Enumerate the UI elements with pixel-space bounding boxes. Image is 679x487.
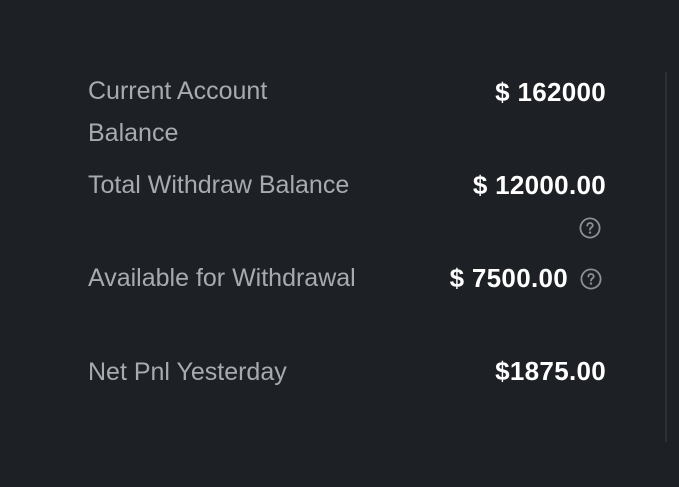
current-account-balance-label-line2: Balance	[88, 119, 179, 147]
net-pnl-yesterday-row: Net Pnl Yesterday $1875.00	[88, 351, 608, 393]
net-pnl-yesterday-label: Net Pnl Yesterday	[88, 358, 287, 386]
total-withdraw-balance-label: Total Withdraw Balance	[88, 171, 350, 199]
available-for-withdrawal-value: $ 7500.00	[449, 263, 568, 293]
total-withdraw-balance-value: $ 12000.00	[472, 170, 606, 200]
account-balance-panel: Current Account Balance $ 162000 Total W…	[0, 0, 679, 487]
current-account-balance-label-line1: Current Account	[88, 77, 268, 105]
current-account-balance-value: $ 162000	[495, 77, 606, 107]
current-account-balance-row: Current Account Balance $ 162000	[88, 70, 608, 154]
net-pnl-yesterday-value: $1875.00	[495, 356, 606, 386]
help-circle-icon[interactable]	[580, 268, 602, 290]
scrollbar-track[interactable]	[665, 72, 667, 442]
help-circle-icon[interactable]	[579, 217, 601, 239]
available-for-withdrawal-label: Available for Withdrawal	[88, 264, 356, 292]
available-for-withdrawal-row: Available for Withdrawal $ 7500.00	[88, 257, 608, 299]
total-withdraw-balance-row: Total Withdraw Balance $ 12000.00	[88, 164, 608, 246]
